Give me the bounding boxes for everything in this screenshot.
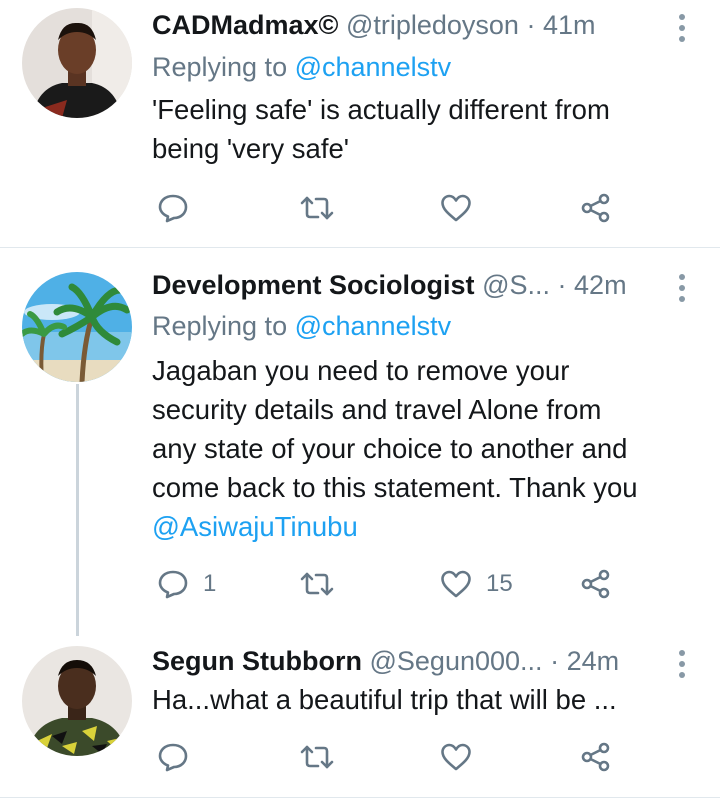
separator: · [550, 646, 560, 676]
display-name[interactable]: Development Sociologist [152, 270, 475, 300]
separator: · [526, 10, 536, 40]
like-button[interactable] [440, 188, 486, 228]
more-options-icon[interactable] [678, 650, 686, 678]
tweet-text-line: any state of your choice to another and [152, 433, 628, 464]
tweet-divider [0, 797, 720, 798]
retweet-button[interactable] [300, 737, 348, 777]
tweet-text-line: 'Feeling safe' is actually different fro… [152, 94, 610, 125]
replying-prefix: Replying to [152, 311, 295, 341]
share-button[interactable] [580, 188, 612, 228]
timestamp[interactable]: 42m [574, 270, 627, 300]
retweet-button[interactable] [300, 564, 348, 604]
reply-button[interactable]: 1 [157, 564, 216, 604]
replying-prefix: Replying to [152, 52, 295, 82]
thread-connector [76, 384, 79, 636]
timestamp[interactable]: 41m [543, 10, 596, 40]
replying-to: Replying to @channelstv [152, 306, 451, 346]
more-options-icon[interactable] [678, 274, 686, 302]
reply-count: 1 [203, 570, 217, 597]
tweet-header: Segun Stubborn @Segun000... · 24m [152, 641, 660, 681]
tweet-text: Jagaban you need to remove your security… [152, 351, 690, 546]
replying-to: Replying to @channelstv [152, 47, 451, 87]
retweet-icon [300, 745, 334, 769]
tweet-text-line: security details and travel Alone from [152, 394, 602, 425]
tweet-3[interactable]: Segun Stubborn @Segun000... · 24m Ha...w… [0, 638, 720, 796]
like-icon [441, 743, 471, 771]
share-icon [581, 742, 610, 772]
retweet-button[interactable] [300, 188, 348, 228]
replying-mention[interactable]: @channelstv [295, 52, 452, 82]
tweet-header: Development Sociologist @S... · 42m [152, 265, 660, 305]
share-button[interactable] [580, 564, 612, 604]
tweet-mention-link[interactable]: @AsiwajuTinubu [152, 507, 690, 546]
display-name[interactable]: Segun Stubborn [152, 646, 362, 676]
reply-icon [158, 743, 188, 772]
user-handle[interactable]: @S... [482, 270, 550, 300]
tweet-text-line: Jagaban you need to remove your [152, 355, 570, 386]
like-button[interactable] [440, 737, 486, 777]
reply-icon [158, 194, 188, 223]
like-icon [441, 570, 471, 598]
tweet-text-line: come back to this statement. Thank you [152, 472, 638, 503]
avatar[interactable] [22, 646, 132, 756]
avatar[interactable] [22, 8, 132, 118]
reply-button[interactable] [157, 188, 203, 228]
share-icon [581, 569, 610, 599]
replying-mention[interactable]: @channelstv [295, 311, 452, 341]
reply-icon [158, 570, 188, 599]
share-button[interactable] [580, 737, 612, 777]
tweet-text-line: Ha...what a beautiful trip that will be … [152, 684, 617, 715]
tweet-text-line: being 'very safe' [152, 133, 349, 164]
separator: · [557, 270, 567, 300]
share-icon [581, 193, 610, 223]
tweet-1[interactable]: CADMadmax© @tripledoyson · 41m Replying … [0, 0, 720, 247]
user-handle[interactable]: @Segun000... [370, 646, 543, 676]
more-options-icon[interactable] [678, 14, 686, 42]
user-handle[interactable]: @tripledoyson [346, 10, 519, 40]
like-icon [441, 194, 471, 222]
tweet-header: CADMadmax© @tripledoyson · 41m [152, 5, 660, 45]
retweet-icon [300, 572, 334, 596]
tweet-text: 'Feeling safe' is actually different fro… [152, 90, 690, 168]
like-count: 15 [486, 570, 513, 597]
timestamp[interactable]: 24m [567, 646, 620, 676]
tweet-text: Ha...what a beautiful trip that will be … [152, 680, 690, 719]
retweet-icon [300, 196, 334, 220]
reply-button[interactable] [157, 737, 203, 777]
avatar[interactable] [22, 272, 132, 382]
like-button[interactable]: 15 [440, 564, 513, 604]
tweet-2[interactable]: Development Sociologist @S... · 42m Repl… [0, 248, 720, 638]
display-name[interactable]: CADMadmax© [152, 10, 338, 40]
